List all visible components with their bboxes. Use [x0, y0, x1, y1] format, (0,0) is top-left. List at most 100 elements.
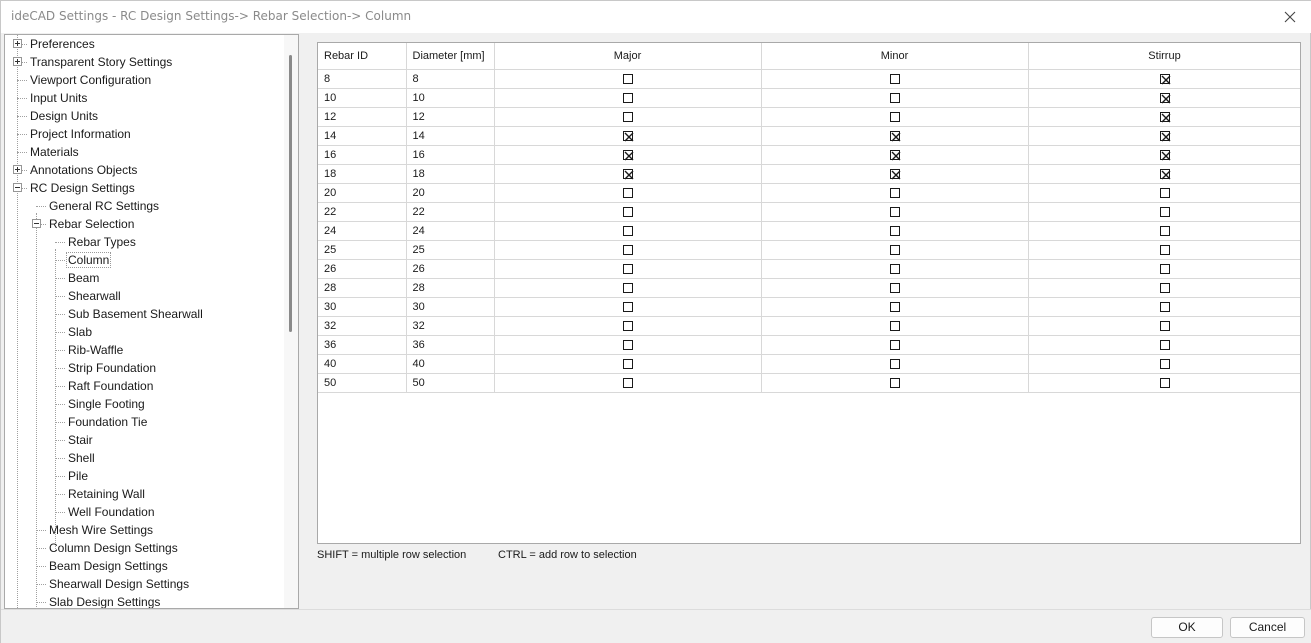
table-row[interactable]: 32 32: [318, 316, 1300, 336]
stirrup-checkbox[interactable]: [1159, 206, 1170, 217]
rebar-id-cell[interactable]: 50: [318, 373, 407, 393]
major-checkbox[interactable]: [622, 92, 633, 103]
minor-checkbox[interactable]: [889, 282, 900, 293]
diameter-cell[interactable]: 16: [406, 145, 495, 165]
minor-cell[interactable]: [761, 164, 1029, 184]
minor-cell[interactable]: [761, 373, 1029, 393]
diameter-cell[interactable]: 26: [406, 259, 495, 279]
diameter-cell[interactable]: 8: [406, 69, 495, 89]
diameter-cell[interactable]: 50: [406, 373, 495, 393]
rebar-grid[interactable]: Rebar ID Diameter [mm] Major Minor Stirr…: [317, 42, 1301, 544]
collapse-icon[interactable]: [32, 219, 41, 228]
diameter-cell[interactable]: 22: [406, 202, 495, 222]
tree-item-sub-basement-shearwall[interactable]: Sub Basement Shearwall: [67, 305, 204, 323]
stirrup-cell[interactable]: [1028, 107, 1300, 127]
major-checkbox[interactable]: [622, 149, 633, 161]
rebar-id-cell[interactable]: 25: [318, 240, 407, 260]
major-checkbox[interactable]: [622, 168, 633, 180]
stirrup-checkbox[interactable]: [1159, 111, 1170, 123]
minor-checkbox[interactable]: [889, 225, 900, 236]
rebar-id-cell[interactable]: 32: [318, 316, 407, 336]
stirrup-cell[interactable]: [1028, 373, 1300, 393]
stirrup-checkbox[interactable]: [1159, 263, 1170, 274]
tree-item-column[interactable]: Column: [65, 251, 112, 269]
major-checkbox[interactable]: [622, 301, 633, 312]
tree-item-viewport-configuration[interactable]: Viewport Configuration: [29, 71, 152, 89]
stirrup-checkbox[interactable]: [1159, 377, 1170, 388]
expand-icon[interactable]: [13, 39, 22, 48]
stirrup-checkbox[interactable]: [1159, 149, 1170, 161]
major-cell[interactable]: [494, 202, 762, 222]
close-button[interactable]: [1268, 1, 1311, 33]
stirrup-cell[interactable]: [1028, 297, 1300, 317]
tree-item-stair[interactable]: Stair: [67, 431, 94, 449]
minor-checkbox[interactable]: [889, 168, 900, 180]
table-row[interactable]: 12 12: [318, 107, 1300, 127]
minor-checkbox[interactable]: [889, 339, 900, 350]
stirrup-cell[interactable]: [1028, 354, 1300, 374]
table-row[interactable]: 40 40: [318, 354, 1300, 374]
major-cell[interactable]: [494, 107, 762, 127]
table-row[interactable]: 28 28: [318, 278, 1300, 298]
minor-checkbox[interactable]: [889, 187, 900, 198]
major-cell[interactable]: [494, 126, 762, 146]
tree-item-design-units[interactable]: Design Units: [29, 107, 99, 125]
minor-checkbox[interactable]: [889, 111, 900, 122]
major-cell[interactable]: [494, 221, 762, 241]
column-header-minor[interactable]: Minor: [761, 43, 1029, 70]
major-checkbox[interactable]: [622, 206, 633, 217]
tree-item-raft-foundation[interactable]: Raft Foundation: [67, 377, 154, 395]
tree-item-rib-waffle[interactable]: Rib-Waffle: [67, 341, 124, 359]
tree-item-slab-design-settings[interactable]: Slab Design Settings: [48, 593, 161, 608]
stirrup-checkbox[interactable]: [1159, 225, 1170, 236]
table-row[interactable]: 50 50: [318, 373, 1300, 393]
tree-item-well-foundation[interactable]: Well Foundation: [67, 503, 156, 521]
diameter-cell[interactable]: 30: [406, 297, 495, 317]
stirrup-cell[interactable]: [1028, 278, 1300, 298]
tree-item-general-rc-settings[interactable]: General RC Settings: [48, 197, 160, 215]
tree-item-column-design-settings[interactable]: Column Design Settings: [48, 539, 179, 557]
rebar-id-cell[interactable]: 20: [318, 183, 407, 203]
stirrup-cell[interactable]: [1028, 164, 1300, 184]
tree-item-foundation-tie[interactable]: Foundation Tie: [67, 413, 148, 431]
stirrup-cell[interactable]: [1028, 259, 1300, 279]
rebar-id-cell[interactable]: 30: [318, 297, 407, 317]
major-checkbox[interactable]: [622, 187, 633, 198]
stirrup-checkbox[interactable]: [1159, 301, 1170, 312]
table-row[interactable]: 25 25: [318, 240, 1300, 260]
major-cell[interactable]: [494, 354, 762, 374]
major-checkbox[interactable]: [622, 358, 633, 369]
major-checkbox[interactable]: [622, 244, 633, 255]
minor-checkbox[interactable]: [889, 301, 900, 312]
minor-checkbox[interactable]: [889, 149, 900, 161]
minor-cell[interactable]: [761, 259, 1029, 279]
column-header-diameter[interactable]: Diameter [mm]: [406, 43, 495, 70]
rebar-id-cell[interactable]: 18: [318, 164, 407, 184]
major-checkbox[interactable]: [622, 339, 633, 350]
major-checkbox[interactable]: [622, 73, 633, 84]
stirrup-cell[interactable]: [1028, 202, 1300, 222]
expand-icon[interactable]: [13, 165, 22, 174]
stirrup-cell[interactable]: [1028, 126, 1300, 146]
rebar-id-cell[interactable]: 10: [318, 88, 407, 108]
tree-item-rebar-types[interactable]: Rebar Types: [67, 233, 137, 251]
major-checkbox[interactable]: [622, 130, 633, 142]
minor-checkbox[interactable]: [889, 320, 900, 331]
settings-tree[interactable]: Preferences Transparent Story Settings Vie…: [4, 34, 299, 609]
rebar-id-cell[interactable]: 24: [318, 221, 407, 241]
major-cell[interactable]: [494, 240, 762, 260]
major-checkbox[interactable]: [622, 377, 633, 388]
tree-item-project-information[interactable]: Project Information: [29, 125, 132, 143]
stirrup-cell[interactable]: [1028, 88, 1300, 108]
rebar-id-cell[interactable]: 16: [318, 145, 407, 165]
major-cell[interactable]: [494, 316, 762, 336]
stirrup-checkbox[interactable]: [1159, 168, 1170, 180]
stirrup-checkbox[interactable]: [1159, 358, 1170, 369]
minor-checkbox[interactable]: [889, 92, 900, 103]
tree-item-strip-foundation[interactable]: Strip Foundation: [67, 359, 157, 377]
tree-item-input-units[interactable]: Input Units: [29, 89, 88, 107]
major-checkbox[interactable]: [622, 111, 633, 122]
minor-cell[interactable]: [761, 278, 1029, 298]
tree-item-rc-design-settings[interactable]: RC Design Settings: [29, 179, 136, 197]
minor-checkbox[interactable]: [889, 244, 900, 255]
